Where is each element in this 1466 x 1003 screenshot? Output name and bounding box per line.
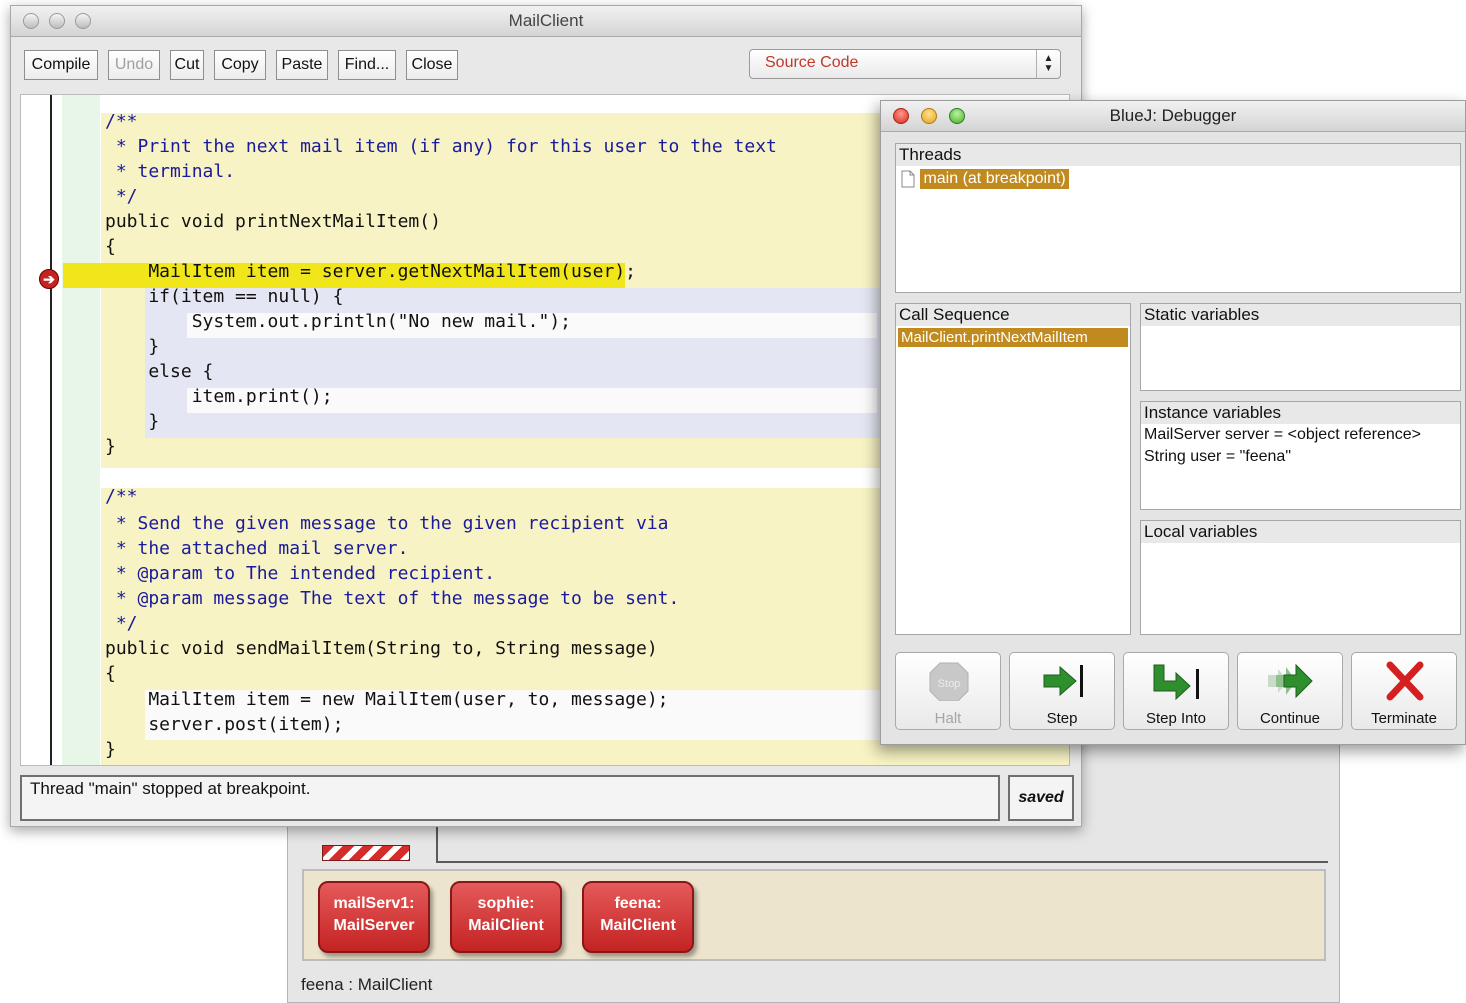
breakpoint-gutter[interactable] (50, 95, 52, 765)
step-into-button[interactable]: Step Into (1123, 652, 1229, 730)
object-name: mailServ1: (333, 895, 415, 912)
compile-button[interactable]: Compile (24, 50, 98, 80)
threads-panel: Threads main (at breakpoint) (895, 143, 1461, 293)
code-line: } (105, 436, 116, 457)
step-into-arrow-icon (1153, 664, 1199, 701)
view-select-value: Source Code (765, 54, 859, 71)
instance-variables-panel: Instance variables MailServer server = <… (1140, 401, 1461, 510)
editor-title: MailClient (508, 11, 584, 30)
debugger-window: BlueJ: Debugger Threads main (at breakpo… (880, 100, 1466, 745)
object-bench: mailServ1: MailServer sophie: MailClient… (302, 869, 1326, 961)
undo-button[interactable]: Undo (108, 50, 160, 80)
threads-heading: Threads (896, 144, 1460, 166)
close-window-button[interactable] (893, 108, 909, 124)
object-sophie[interactable]: sophie: MailClient (450, 881, 562, 953)
editor-toolbar: Compile Undo Cut Copy Paste Find... Clos… (11, 37, 1081, 95)
code-line: /** (105, 486, 138, 507)
instance-variable[interactable]: String user = "feena" (1141, 446, 1460, 468)
breakpoint-arrow-icon[interactable]: ➔ (39, 269, 59, 289)
code-line: System.out.println("No new mail."); (105, 311, 571, 332)
line-margin (62, 95, 100, 765)
object-type: MailServer (333, 917, 415, 934)
debugger-title: BlueJ: Debugger (1109, 106, 1237, 125)
step-button[interactable]: Step (1009, 652, 1115, 730)
instance-variable[interactable]: MailServer server = <object reference> (1141, 424, 1460, 446)
saved-indicator: saved (1008, 775, 1074, 821)
code-line: server.post(item); (105, 714, 344, 735)
code-line: else { (105, 361, 214, 382)
code-line-breakpoint: MailItem item = server.getNextMailItem(u… (105, 261, 637, 282)
code-line: */ (105, 186, 138, 207)
code-line: */ (105, 613, 138, 634)
close-window-button[interactable] (23, 13, 39, 29)
static-variables-heading: Static variables (1141, 304, 1460, 326)
object-type: MailClient (600, 917, 676, 934)
main-status-text: feena : MailClient (301, 975, 433, 994)
editor-titlebar: MailClient (11, 6, 1081, 37)
continue-label: Continue (1259, 710, 1321, 727)
copy-button[interactable]: Copy (214, 50, 266, 80)
call-sequence-panel: Call Sequence MailClient.printNextMailIt… (895, 303, 1131, 635)
code-line: * terminal. (105, 161, 236, 182)
zoom-window-button[interactable] (949, 108, 965, 124)
code-line: item.print(); (105, 386, 333, 407)
call-sequence-item[interactable]: MailClient.printNextMailItem (898, 328, 1128, 347)
call-sequence-heading: Call Sequence (896, 304, 1130, 326)
continue-arrows-icon (1268, 663, 1313, 699)
object-name: feena: (614, 895, 662, 912)
document-icon (901, 170, 915, 188)
stop-sign-text: Stop (938, 678, 961, 690)
view-select[interactable]: Source Code ▲ ▼ (749, 49, 1061, 79)
code-line: * @param message The text of the message… (105, 588, 680, 609)
code-line: * Print the next mail item (if any) for … (105, 136, 777, 157)
machine-running-indicator (322, 845, 410, 861)
code-line: { (105, 663, 116, 684)
code-line: { (105, 236, 116, 257)
object-mailserv1[interactable]: mailServ1: MailServer (318, 881, 430, 953)
code-line: } (105, 411, 160, 432)
step-arrow-icon (1043, 665, 1083, 697)
terminate-button[interactable]: Terminate (1351, 652, 1457, 730)
code-line: public void sendMailItem(String to, Stri… (105, 638, 658, 659)
instance-variables-heading: Instance variables (1141, 402, 1460, 424)
code-line: * the attached mail server. (105, 538, 409, 559)
continue-button[interactable]: Continue (1237, 652, 1343, 730)
stop-sign-icon: Stop (929, 662, 969, 701)
code-line: } (105, 336, 160, 357)
object-feena[interactable]: feena: MailClient (582, 881, 694, 953)
paste-button[interactable]: Paste (276, 50, 328, 80)
thread-main[interactable]: main (at breakpoint) (920, 169, 1069, 189)
halt-button[interactable]: Stop Halt (895, 652, 1001, 730)
object-type: MailClient (468, 917, 544, 934)
local-variables-heading: Local variables (1141, 521, 1460, 543)
minimize-window-button[interactable] (49, 13, 65, 29)
minimize-window-button[interactable] (921, 108, 937, 124)
code-line: if(item == null) { (105, 286, 344, 307)
close-button[interactable]: Close (406, 50, 458, 80)
debugger-titlebar: BlueJ: Debugger (881, 101, 1465, 132)
cut-button[interactable]: Cut (170, 50, 204, 80)
code-line: MailItem item = new MailItem(user, to, m… (105, 689, 669, 710)
static-variables-panel: Static variables (1140, 303, 1461, 391)
find-button[interactable]: Find... (338, 50, 396, 80)
code-line: * @param to The intended recipient. (105, 563, 496, 584)
code-line: /** (105, 111, 138, 132)
code-line: public void printNextMailItem() (105, 211, 441, 232)
terminate-x-icon (1386, 661, 1424, 701)
zoom-window-button[interactable] (75, 13, 91, 29)
terminate-label: Terminate (1371, 710, 1437, 727)
chevron-updown-icon: ▲ ▼ (1036, 50, 1060, 78)
halt-label: Halt (934, 710, 962, 727)
object-name: sophie: (477, 895, 535, 912)
thread-row[interactable]: main (at breakpoint) (896, 166, 1460, 189)
code-line: } (105, 739, 116, 760)
local-variables-panel: Local variables (1140, 520, 1461, 635)
step-label: Step (1046, 710, 1078, 727)
step-into-label: Step Into (1145, 710, 1207, 727)
editor-status-message: Thread "main" stopped at breakpoint. (20, 775, 1000, 821)
code-line: * Send the given message to the given re… (105, 513, 669, 534)
